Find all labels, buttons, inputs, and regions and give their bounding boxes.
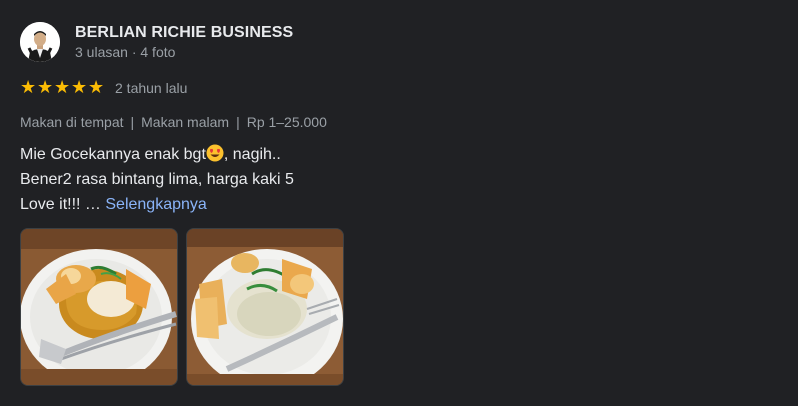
review-text-line: Bener2 rasa bintang lima, harga kaki 5 [20, 171, 294, 188]
star-icon: ★ [54, 77, 71, 98]
review-text: Mie Gocekannya enak bgt , nagih.. Bener2 … [20, 142, 780, 217]
avatar[interactable] [20, 22, 60, 62]
star-icon: ★ [20, 77, 37, 98]
star-icon: ★ [71, 77, 88, 98]
author-info: BERLIAN RICHIE BUSINESS 3 ulasan · 4 fot… [75, 23, 293, 61]
star-rating: ★ ★ ★ ★ ★ [20, 79, 105, 97]
star-icon: ★ [37, 77, 54, 98]
review-time: 2 tahun lalu [115, 80, 188, 96]
author-name[interactable]: BERLIAN RICHIE BUSINESS [75, 23, 293, 43]
tag-separator: | [236, 114, 240, 130]
author-meta: 3 ulasan · 4 foto [75, 44, 176, 60]
review-photo-2[interactable] [186, 228, 344, 386]
tag-meal: Makan malam [141, 114, 230, 130]
review-photo-1[interactable] [20, 228, 178, 386]
heart-eyes-emoji-icon [206, 144, 224, 162]
review-card: BERLIAN RICHIE BUSINESS 3 ulasan · 4 fot… [20, 22, 780, 386]
star-icon: ★ [88, 77, 105, 98]
review-tags: Makan di tempat | Makan malam | Rp 1–25.000 [20, 112, 780, 132]
review-text-part: , nagih.. [223, 146, 281, 163]
tag-price: Rp 1–25.000 [246, 114, 327, 130]
review-text-part: Mie Gocekannya enak bgt [20, 146, 206, 163]
read-more-link[interactable]: Selengkapnya [105, 196, 206, 213]
tag-dine-in: Makan di tempat [20, 114, 124, 130]
review-photos [20, 228, 780, 386]
rating-row: ★ ★ ★ ★ ★ 2 tahun lalu [20, 78, 780, 98]
review-text-part: Love it!!! … [20, 196, 101, 213]
review-text-line: Love it!!! … Selengkapnya [20, 192, 780, 217]
tag-separator: | [130, 114, 135, 130]
review-text-line: Mie Gocekannya enak bgt , nagih.. [20, 142, 780, 167]
review-header: BERLIAN RICHIE BUSINESS 3 ulasan · 4 fot… [20, 22, 780, 62]
